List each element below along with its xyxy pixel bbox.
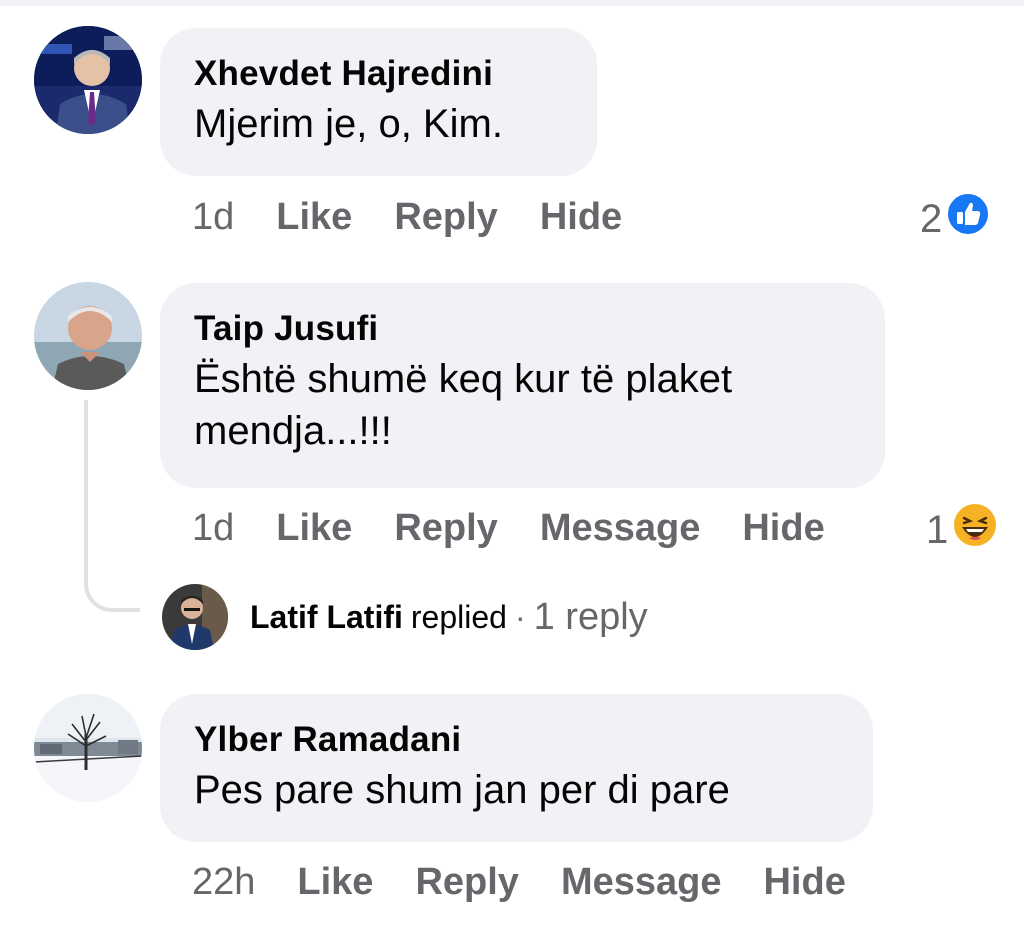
avatar[interactable] [34, 694, 142, 802]
avatar[interactable] [34, 26, 142, 134]
reply-count: 1 reply [533, 595, 648, 638]
comment-timestamp[interactable]: 22h [192, 861, 255, 903]
comment-author[interactable]: Taip Jusufi [194, 309, 851, 349]
comment-author[interactable]: Ylber Ramadani [194, 720, 839, 760]
message-button[interactable]: Message [561, 861, 722, 903]
like-button[interactable]: Like [276, 196, 352, 238]
top-divider [0, 0, 1024, 6]
thread-connector [84, 400, 140, 612]
reply-button[interactable]: Reply [415, 861, 518, 903]
comment-text: Pes pare shum jan per di pare [194, 768, 730, 812]
comment-text-line-1: Është shumë keq kur të plaket [194, 357, 733, 401]
like-button[interactable]: Like [276, 507, 352, 549]
comment-timestamp[interactable]: 1d [192, 507, 234, 549]
reply-button[interactable]: Reply [394, 196, 497, 238]
avatar[interactable] [34, 282, 142, 390]
haha-reaction-icon [952, 502, 999, 558]
reaction-count: 2 [920, 196, 943, 241]
comment-bubble: Taip Jusufi Është shumë keq kur të plake… [160, 283, 885, 488]
comment-timestamp[interactable]: 1d [192, 196, 234, 238]
comment-actions: 1d Like Reply Hide [192, 195, 664, 239]
comment-actions: 1d Like Reply Message Hide [192, 506, 825, 550]
avatar [162, 584, 228, 650]
replier-name: Latif Latifi [250, 598, 403, 635]
hide-button[interactable]: Hide [742, 507, 824, 549]
comment-text-line-2: mendja...!!! [194, 409, 392, 453]
view-replies-link[interactable]: Latif Latifi replied · 1 reply [162, 584, 648, 650]
reaction-count: 1 [926, 507, 949, 552]
separator-dot: · [514, 598, 526, 635]
like-button[interactable]: Like [297, 861, 373, 903]
hide-button[interactable]: Hide [540, 196, 622, 238]
message-button[interactable]: Message [540, 507, 701, 549]
replied-label: replied [410, 598, 507, 635]
comment-bubble: Xhevdet Hajredini Mjerim je, o, Kim. [160, 28, 597, 176]
comment-bubble: Ylber Ramadani Pes pare shum jan per di … [160, 694, 873, 842]
hide-button[interactable]: Hide [763, 861, 845, 903]
reaction-summary[interactable]: 2 [920, 192, 991, 246]
comment-author[interactable]: Xhevdet Hajredini [194, 54, 563, 94]
comment-text: Mjerim je, o, Kim. [194, 102, 503, 146]
like-reaction-icon [946, 192, 991, 246]
reaction-summary[interactable]: 1 [926, 502, 999, 558]
reply-button[interactable]: Reply [394, 507, 497, 549]
comment-actions: 22h Like Reply Message Hide [192, 860, 846, 904]
